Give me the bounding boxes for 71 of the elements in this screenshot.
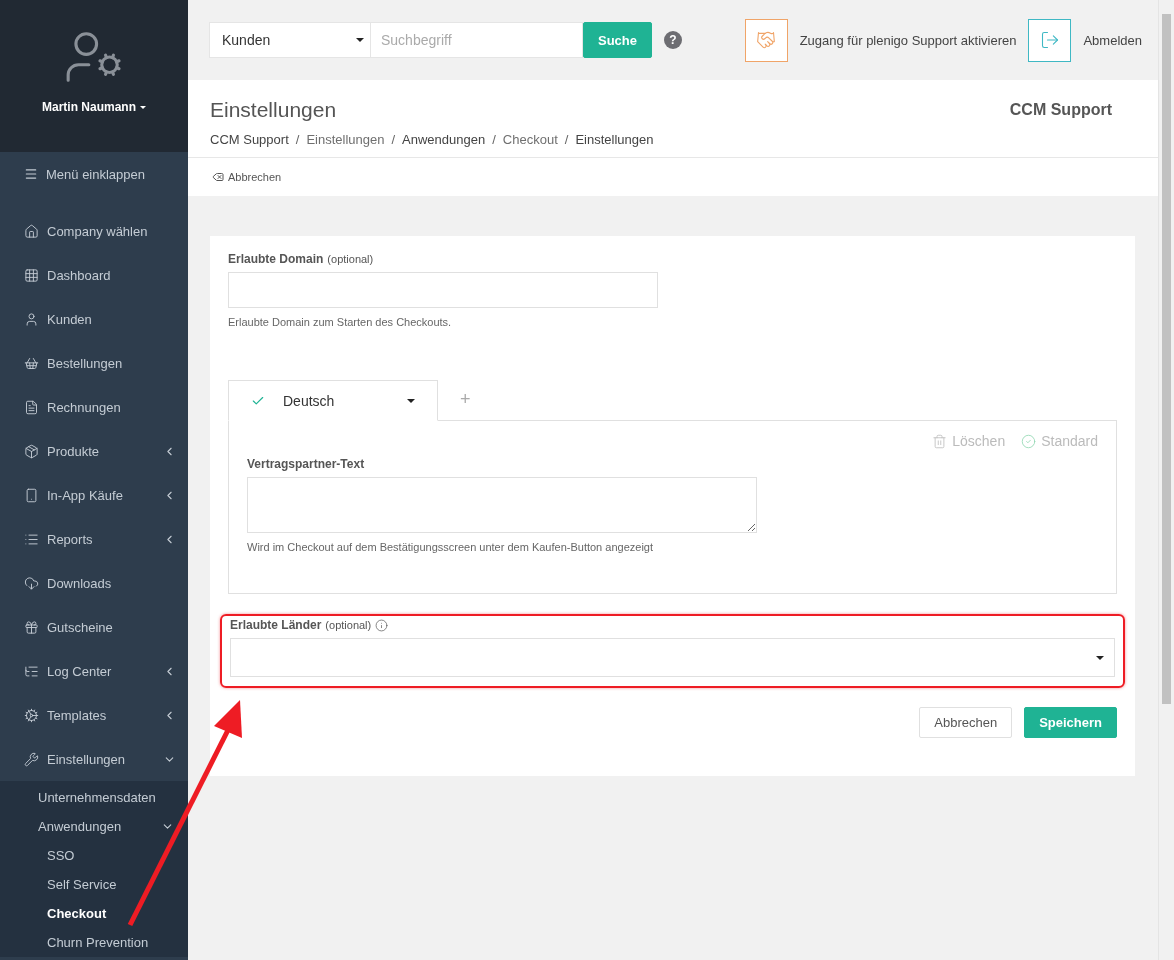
sidebar-item[interactable]: In-App Käufe — [0, 473, 188, 517]
logout-button[interactable] — [1028, 18, 1072, 62]
sidebar-item[interactable]: Rechnungen — [0, 385, 188, 429]
contract-text-label: Vertragspartner-Text — [247, 457, 366, 471]
sidebar-item[interactable]: Gutscheine — [0, 605, 188, 649]
logout-icon — [1039, 30, 1060, 50]
help-icon[interactable]: ? — [664, 31, 682, 49]
package-icon — [24, 443, 39, 459]
cloud-download-icon — [24, 575, 39, 591]
domain-input[interactable] — [228, 272, 658, 308]
breadcrumb-link[interactable]: Einstellungen — [575, 132, 654, 147]
trash-icon — [932, 433, 948, 449]
list-icon — [24, 531, 39, 547]
language-tab[interactable]: Deutsch — [228, 380, 438, 421]
countries-select[interactable] — [230, 638, 1115, 677]
domain-help-text: Erlaubte Domain zum Starten des Checkouts. — [228, 316, 453, 328]
breadcrumb-separator: / — [564, 132, 569, 147]
grid-icon — [24, 267, 39, 283]
sidebar-subitem[interactable]: Unternehmensdaten — [0, 783, 188, 812]
sidebar-item[interactable]: Bestellungen — [0, 341, 188, 385]
contract-text-help: Wird im Checkout auf dem Bestätigungsscreen unter dem Kaufen-Button angezeigt — [247, 541, 654, 553]
sidebar-item[interactable]: Produkte — [0, 429, 188, 473]
domain-label: Erlaubte Domain (optional) — [228, 252, 375, 266]
breadcrumb-separator: / — [492, 132, 496, 147]
sidebar-item[interactable]: Einstellungen — [0, 737, 188, 781]
page-title: Einstellungen — [210, 98, 338, 122]
breadcrumb-link[interactable]: Einstellungen — [306, 132, 385, 147]
cancel-button[interactable]: Abbrechen — [919, 707, 1013, 738]
cancel-link[interactable]: Abbrechen — [212, 171, 282, 183]
sidebar-item[interactable]: Company wählen — [0, 209, 188, 253]
gift-icon — [24, 619, 39, 635]
sidebar-item[interactable]: Downloads — [0, 561, 188, 605]
document-icon — [24, 399, 39, 415]
countries-label: Erlaubte Länder (optional) — [230, 618, 1115, 632]
list-tree-icon — [24, 663, 39, 679]
house-icon — [24, 223, 39, 239]
sidebar-item[interactable]: Kunden — [0, 297, 188, 341]
smartphone-icon — [24, 487, 39, 503]
user-menu[interactable]: Martin Naumann — [42, 100, 146, 114]
support-label: Zugang für plenigo Support aktivieren — [799, 32, 1017, 48]
breadcrumb-link[interactable]: CCM Support — [210, 132, 289, 147]
search-scope-select[interactable]: Kunden — [209, 22, 371, 58]
sidebar-subitem[interactable]: Anwendungen — [0, 812, 188, 841]
basket-icon — [24, 355, 39, 371]
breadcrumb-link[interactable]: Anwendungen — [402, 132, 486, 147]
menu-icon — [24, 167, 38, 181]
logout-label: Abmelden — [1083, 32, 1142, 48]
sidebar-subitem[interactable]: Churn Prevention — [0, 928, 188, 957]
sidebar-item[interactable]: Reports — [0, 517, 188, 561]
check-circle-icon — [1021, 433, 1037, 449]
sidebar-item[interactable]: Log Center — [0, 649, 188, 693]
collapse-menu-item[interactable]: Menü einklappen — [0, 152, 188, 196]
sidebar-subitem[interactable]: Checkout — [0, 899, 188, 928]
scrollbar[interactable] — [1158, 0, 1174, 960]
wrench-icon — [24, 751, 39, 767]
breadcrumb-separator: / — [391, 132, 396, 147]
user-icon — [24, 311, 39, 327]
sidebar-subitem[interactable]: SSO — [0, 841, 188, 870]
sidebar-item[interactable]: Templates — [0, 693, 188, 737]
company-name: CCM Support — [1009, 101, 1112, 120]
sidebar-item[interactable]: Dashboard — [0, 253, 188, 297]
info-icon — [375, 618, 389, 632]
handshake-icon — [756, 30, 777, 50]
gear-icon — [24, 707, 39, 723]
sidebar-subitem[interactable]: Self Service — [0, 870, 188, 899]
breadcrumb-link[interactable]: Checkout — [502, 132, 558, 147]
breadcrumb-separator: / — [295, 132, 300, 147]
search-field[interactable]: Suchbegriff — [371, 22, 583, 58]
support-button[interactable] — [744, 18, 788, 62]
contract-text-area[interactable] — [247, 477, 757, 533]
backspace-icon — [212, 171, 224, 183]
